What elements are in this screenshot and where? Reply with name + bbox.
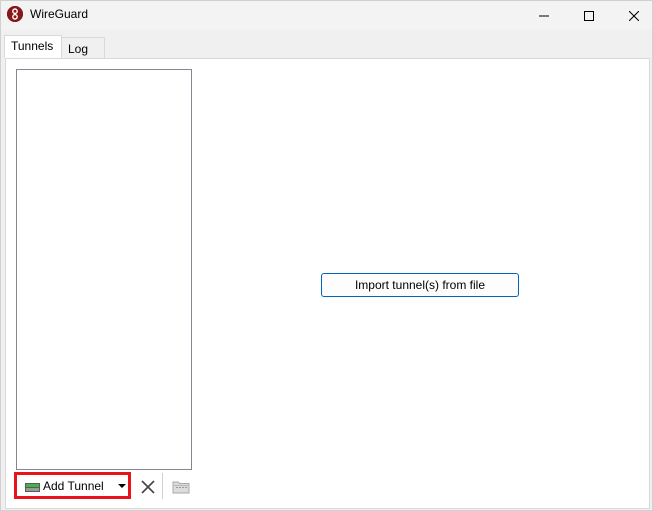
delete-icon — [141, 480, 155, 494]
close-icon — [629, 10, 639, 21]
chevron-down-icon[interactable] — [118, 484, 126, 488]
tab-tunnels-label: Tunnels — [11, 39, 54, 53]
import-tunnels-button[interactable]: Import tunnel(s) from file — [321, 273, 519, 297]
maximize-icon — [584, 10, 594, 21]
title-bar[interactable]: WireGuard — [1, 1, 652, 30]
close-button[interactable] — [611, 1, 653, 30]
tunnel-list[interactable] — [16, 69, 192, 470]
maximize-button[interactable] — [566, 1, 612, 30]
add-tunnel-label: Add Tunnel — [43, 479, 104, 493]
tab-tunnels[interactable]: Tunnels — [4, 35, 62, 58]
tab-strip: Tunnels Log — [3, 35, 652, 58]
export-zip-icon — [172, 481, 190, 494]
minimize-button[interactable] — [521, 1, 567, 30]
tunnels-tab-page: Import tunnel(s) from file Add Tunnel — [5, 58, 650, 509]
minimize-icon — [539, 15, 549, 16]
window-title: WireGuard — [30, 7, 89, 21]
import-tunnels-button-label: Import tunnel(s) from file — [354, 278, 486, 292]
add-tunnel-icon — [25, 483, 40, 492]
tab-log[interactable]: Log — [61, 37, 105, 58]
wireguard-logo-icon — [7, 6, 23, 22]
add-tunnel-button[interactable]: Add Tunnel — [14, 472, 131, 499]
wireguard-window: WireGuard Tunnels Log Import tunnel(s) f… — [0, 0, 653, 511]
delete-tunnel-button[interactable] — [138, 477, 158, 497]
export-tunnels-button[interactable] — [171, 478, 191, 496]
toolbar-separator — [162, 473, 163, 499]
tab-log-label: Log — [68, 42, 89, 56]
